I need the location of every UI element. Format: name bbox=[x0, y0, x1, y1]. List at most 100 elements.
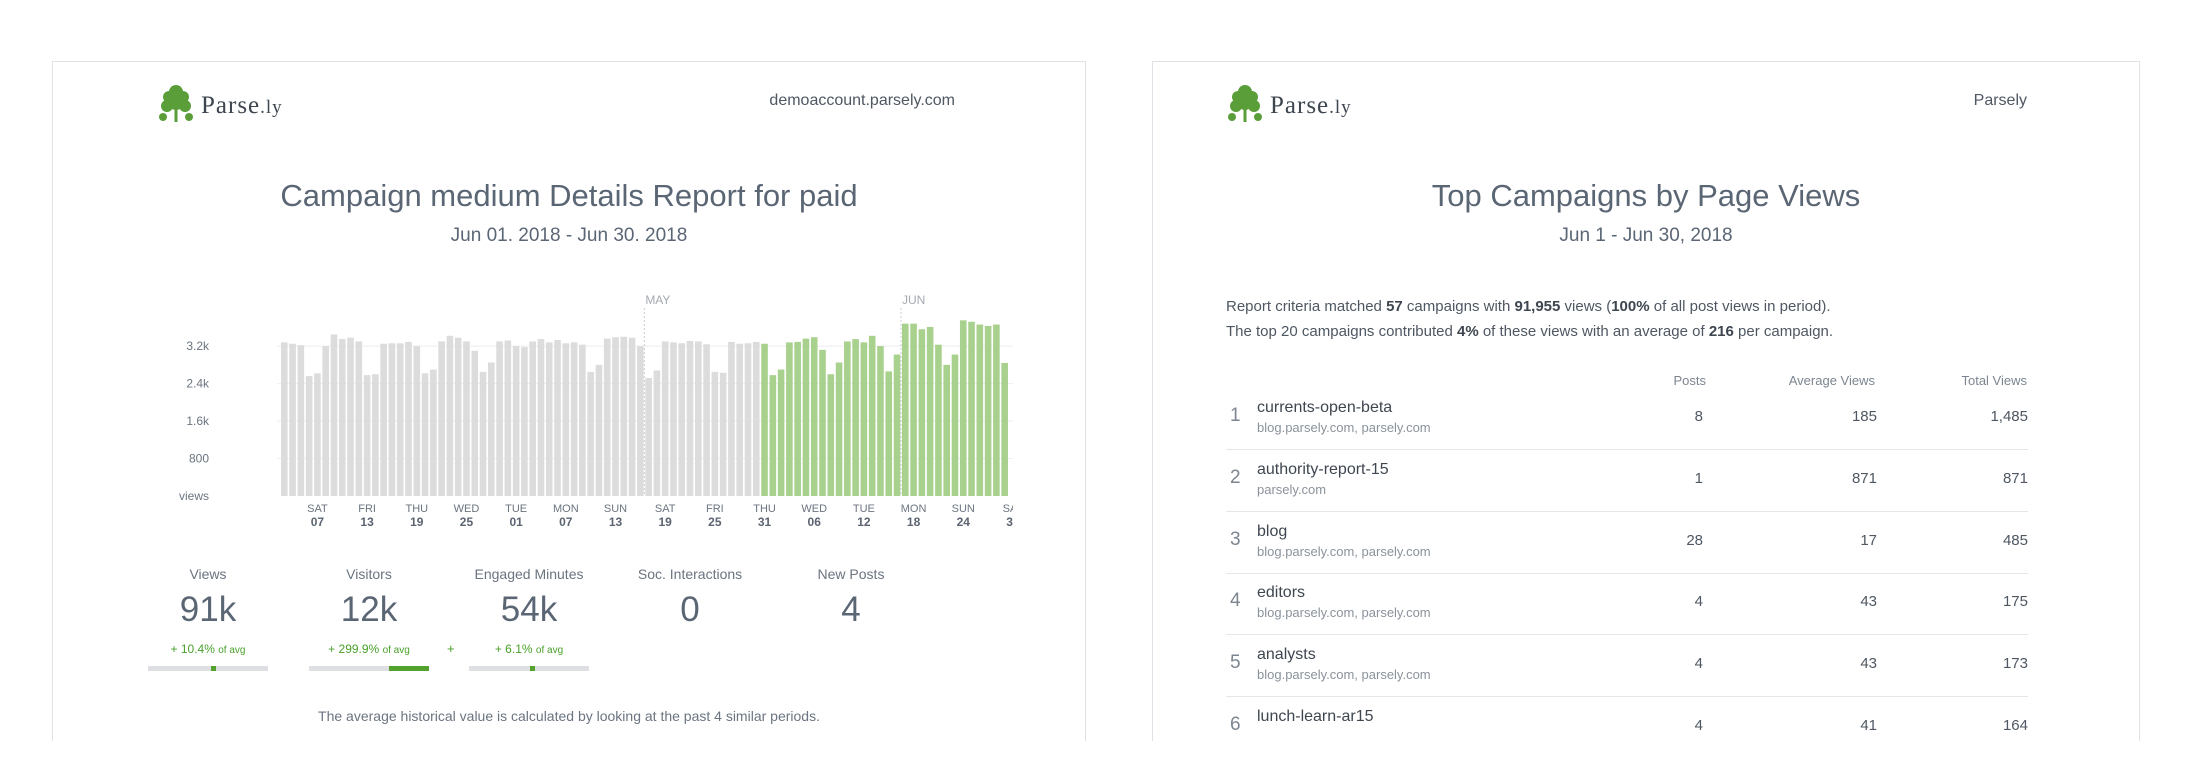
metric-label: New Posts bbox=[817, 566, 885, 582]
campaign-average-views: 43 bbox=[1860, 655, 1877, 672]
bar bbox=[893, 354, 901, 496]
campaign-total-views: 871 bbox=[2002, 470, 2028, 487]
bar bbox=[951, 354, 959, 496]
x-tick-date: 24 bbox=[957, 515, 971, 529]
bar bbox=[322, 346, 329, 496]
campaign-total-views: 175 bbox=[2002, 593, 2028, 610]
daily-views-bar-chart: 8001.6k2.4k3.2kviewsMAY JUNSAT07FRI13THU1… bbox=[179, 293, 1013, 529]
bar bbox=[752, 341, 760, 496]
criteria-line-1: Report criteria matched 57 campaigns wit… bbox=[1226, 298, 1831, 315]
metric-label: Visitors bbox=[346, 566, 392, 582]
campaign-medium-report-card: Parse.ly demoaccount.parsely.com Campaig… bbox=[52, 61, 1086, 741]
campaign-name: authority-report-15 bbox=[1257, 461, 1389, 478]
bar bbox=[446, 335, 454, 496]
campaign-domains: blog.parsely.com, parsely.com bbox=[1257, 667, 1431, 682]
bar bbox=[984, 325, 992, 496]
bar bbox=[430, 369, 437, 496]
report-date-range: Jun 1 - Jun 30, 2018 bbox=[1559, 225, 1733, 246]
bar bbox=[670, 342, 677, 496]
bar bbox=[902, 323, 909, 496]
campaign-rank: 6 bbox=[1230, 714, 1241, 735]
metric-level-fill bbox=[529, 666, 535, 671]
x-tick-date: 19 bbox=[410, 515, 424, 529]
bar bbox=[661, 341, 669, 496]
bar bbox=[380, 343, 387, 496]
campaign-average-views: 43 bbox=[1860, 593, 1877, 610]
bar bbox=[711, 371, 719, 496]
campaign-total-views: 173 bbox=[2002, 655, 2028, 672]
metric-value: 4 bbox=[841, 590, 861, 629]
metric-change: + 299.9% of avg bbox=[328, 642, 410, 656]
x-tick-date: 07 bbox=[311, 515, 325, 529]
bar bbox=[645, 377, 652, 496]
bar bbox=[413, 346, 421, 496]
bar bbox=[347, 337, 354, 496]
campaign-rank: 3 bbox=[1230, 529, 1241, 550]
x-tick-date: 19 bbox=[659, 515, 673, 529]
bar bbox=[562, 343, 570, 496]
bar bbox=[736, 343, 743, 496]
bar bbox=[570, 342, 578, 496]
bar bbox=[786, 342, 793, 496]
x-tick-date: 13 bbox=[609, 515, 623, 529]
bar bbox=[877, 346, 884, 496]
column-header-average-views: Average Views bbox=[1788, 373, 1875, 388]
bar bbox=[794, 341, 801, 496]
bar bbox=[504, 340, 512, 496]
campaign-row: 3 blog blog.parsely.com, parsely.com 28 … bbox=[1226, 512, 2028, 574]
x-tick-date: 25 bbox=[460, 515, 474, 529]
x-tick-day: WED bbox=[454, 503, 480, 515]
bar bbox=[744, 343, 752, 496]
metric-value: 54k bbox=[500, 590, 558, 629]
campaign-rank: 1 bbox=[1230, 405, 1241, 426]
bar bbox=[678, 343, 686, 496]
x-tick-date: 31 bbox=[758, 515, 772, 529]
month-label: MAY bbox=[645, 293, 670, 307]
metric-visitors: Visitors 12k + 299.9% of avg bbox=[289, 566, 449, 671]
bar bbox=[769, 375, 777, 496]
campaign-name: editors bbox=[1257, 584, 1306, 601]
account-name: Parsely bbox=[1973, 92, 2027, 109]
x-tick-day: FRI bbox=[358, 503, 376, 515]
x-tick-day: TUE bbox=[853, 503, 875, 515]
x-tick-day: FRI bbox=[706, 503, 724, 515]
bar bbox=[868, 335, 876, 496]
parsley-leaf-icon bbox=[157, 82, 195, 129]
metric-new-posts: New Posts 4 bbox=[771, 566, 931, 630]
x-tick-day: WED bbox=[801, 503, 827, 515]
bar bbox=[827, 374, 835, 496]
bar bbox=[885, 371, 893, 496]
bar bbox=[703, 344, 710, 496]
account-domain: demoaccount.parsely.com bbox=[769, 92, 955, 109]
campaign-posts: 8 bbox=[1694, 408, 1703, 425]
bar bbox=[405, 341, 412, 496]
bar bbox=[612, 337, 619, 496]
x-tick-date: 01 bbox=[509, 515, 523, 529]
campaign-domains: parsely.com bbox=[1257, 482, 1327, 497]
metric-label: Soc. Interactions bbox=[637, 566, 743, 582]
bar bbox=[918, 329, 926, 496]
x-tick-date: 13 bbox=[360, 515, 374, 529]
metric-label: Views bbox=[189, 566, 227, 582]
y-tick-label: 3.2k bbox=[186, 339, 210, 353]
bar bbox=[297, 345, 305, 496]
campaign-rank: 5 bbox=[1230, 652, 1241, 673]
x-tick-day: SAT bbox=[307, 503, 328, 515]
bar bbox=[926, 326, 934, 496]
x-tick-day: SUN bbox=[604, 503, 627, 515]
campaign-domains: blog.parsely.com, parsely.com bbox=[1257, 420, 1431, 435]
bar bbox=[454, 337, 462, 496]
bar bbox=[910, 323, 917, 496]
metric-views: Views 91k + 10.4% of avg bbox=[128, 566, 288, 671]
bar bbox=[1001, 362, 1008, 496]
bar bbox=[844, 341, 851, 496]
bar bbox=[529, 341, 536, 496]
bar bbox=[637, 346, 644, 496]
report-title: Campaign medium Details Report for paid bbox=[280, 178, 858, 213]
campaign-name: blog bbox=[1257, 523, 1288, 540]
bar bbox=[835, 362, 843, 496]
bar bbox=[421, 373, 429, 496]
bar bbox=[372, 374, 379, 496]
campaign-posts: 4 bbox=[1694, 655, 1703, 672]
criteria-line-2: The top 20 campaigns contributed 4% of t… bbox=[1226, 323, 1834, 340]
